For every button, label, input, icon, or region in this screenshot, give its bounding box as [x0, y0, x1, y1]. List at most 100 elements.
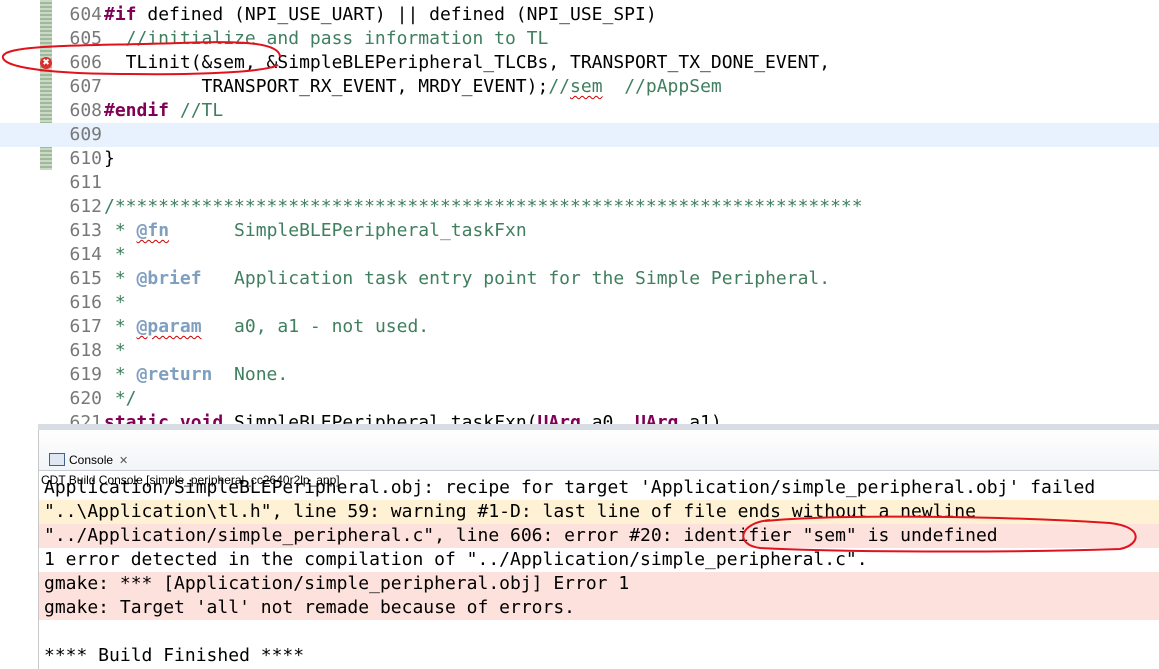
- code-line-619[interactable]: 619 * @return None.: [0, 363, 1159, 387]
- line-number: 619: [69, 364, 102, 385]
- line-number: 618: [69, 340, 102, 361]
- console-icon: [49, 453, 65, 467]
- code-token: *: [104, 220, 137, 241]
- code-text: TRANSPORT_RX_EVENT, MRDY_EVENT);//sem //…: [104, 75, 722, 99]
- code-token: *: [104, 244, 126, 265]
- code-line-608[interactable]: 608 #endif //TL: [0, 99, 1159, 123]
- code-editor[interactable]: 604 #if defined (NPI_USE_UART) || defined…: [0, 0, 1159, 424]
- code-token: defined (NPI_USE_UART) || defined (NPI_U…: [136, 4, 657, 25]
- line-number: 604: [69, 4, 102, 25]
- code-token: TLinit(&sem, &SimpleBLEPeripheral_TLCBs,…: [104, 52, 831, 73]
- code-token: a0,: [580, 412, 636, 424]
- code-token: }: [104, 148, 115, 169]
- line-number: 616: [69, 292, 102, 313]
- code-text: * @param a0, a1 - not used.: [104, 315, 429, 339]
- line-number: 614: [69, 244, 102, 265]
- code-text: #if defined (NPI_USE_UART) || defined (N…: [104, 3, 657, 27]
- line-number: 606: [69, 52, 102, 73]
- code-token: //initialize and pass information to TL: [104, 28, 549, 49]
- code-token: static void: [104, 412, 224, 424]
- code-token: #if: [104, 4, 137, 25]
- code-token: @fn: [136, 220, 170, 241]
- code-text: * @brief Application task entry point fo…: [104, 267, 830, 291]
- code-line-613[interactable]: 613 * @fn SimpleBLEPeripheral_taskFxn: [0, 219, 1159, 243]
- console-line: 1 error detected in the compilation of "…: [44, 549, 868, 570]
- code-token: //: [548, 76, 571, 97]
- code-token: /***************************************…: [104, 196, 863, 217]
- console-line: gmake: *** [Application/simple_periphera…: [39, 572, 1159, 596]
- line-number: 612: [69, 196, 102, 217]
- code-line-616[interactable]: 616 *: [0, 291, 1159, 315]
- code-token: TRANSPORT_RX_EVENT, MRDY_EVENT);: [104, 76, 549, 97]
- console-view[interactable]: Console ✕ CDT Build Console [simple_perip…: [38, 430, 1159, 669]
- code-text: *: [104, 243, 126, 267]
- code-line-609[interactable]: 609: [0, 123, 1159, 147]
- code-line-614[interactable]: 614 *: [0, 243, 1159, 267]
- console-line: Application/SimpleBLEPeripheral.obj: rec…: [44, 477, 1096, 498]
- line-number: 609: [69, 124, 102, 145]
- code-line-606[interactable]: 606 TLinit(&sem, &SimpleBLEPeripheral_TL…: [0, 51, 1159, 75]
- line-number: 615: [69, 268, 102, 289]
- code-token: //TL: [169, 100, 224, 121]
- code-token: #endif: [104, 100, 170, 121]
- code-token: SimpleBLEPeripheral_taskFxn(: [223, 412, 538, 424]
- line-number: 607: [69, 76, 102, 97]
- line-number: 610: [69, 148, 102, 169]
- console-line: "..\Application\tl.h", line 59: warning …: [39, 500, 1159, 524]
- code-text: //initialize and pass information to TL: [104, 27, 549, 51]
- code-token: @param: [136, 316, 202, 337]
- code-token: UArg: [537, 412, 581, 424]
- console-line: **** Build Finished ****: [44, 645, 305, 666]
- code-line-605[interactable]: 605 //initialize and pass information to…: [0, 27, 1159, 51]
- code-text: TLinit(&sem, &SimpleBLEPeripheral_TLCBs,…: [104, 51, 830, 75]
- line-number: 605: [69, 28, 102, 49]
- code-token: //pAppSem: [602, 76, 722, 97]
- code-token: sem: [570, 76, 603, 97]
- line-number: 611: [69, 172, 102, 193]
- console-tab-bar: Console ✕: [39, 430, 1159, 471]
- code-line-604[interactable]: 604 #if defined (NPI_USE_UART) || defined…: [0, 3, 1159, 27]
- line-number: 617: [69, 316, 102, 337]
- code-text: #endif //TL: [104, 99, 223, 123]
- console-line: "../Application/simple_peripheral.c", li…: [39, 524, 1159, 548]
- code-line-610[interactable]: 610}: [0, 147, 1159, 171]
- line-number: 608: [69, 100, 102, 121]
- code-line-612[interactable]: 612/************************************…: [0, 195, 1159, 219]
- error-marker-icon[interactable]: ✖: [40, 57, 52, 69]
- code-token: *: [104, 268, 137, 289]
- code-line-618[interactable]: 618 *: [0, 339, 1159, 363]
- code-token: *: [104, 340, 126, 361]
- code-text: *: [104, 339, 126, 363]
- tab-console[interactable]: Console ✕: [43, 450, 134, 470]
- code-token: SimpleBLEPeripheral_taskFxn: [169, 220, 527, 241]
- code-token: @return: [136, 364, 213, 385]
- line-number: 621: [69, 412, 102, 424]
- tab-console-label: Console: [69, 453, 114, 467]
- code-text: * @return None.: [104, 363, 288, 387]
- code-line-620[interactable]: 620 */: [0, 387, 1159, 411]
- code-token: None.: [212, 364, 289, 385]
- code-token: *: [104, 364, 137, 385]
- code-line-615[interactable]: 615 * @brief Application task entry poin…: [0, 267, 1159, 291]
- code-token: UArg: [635, 412, 679, 424]
- code-line-621[interactable]: 621 static void SimpleBLEPeripheral_taskF…: [0, 411, 1159, 424]
- code-text: */: [104, 387, 137, 411]
- code-token: @brief: [136, 268, 202, 289]
- console-line: gmake: Target 'all' not remade because o…: [39, 596, 1159, 620]
- code-line-617[interactable]: 617 * @param a0, a1 - not used.: [0, 315, 1159, 339]
- line-number: 620: [69, 388, 102, 409]
- code-token: */: [104, 388, 137, 409]
- code-text: * @fn SimpleBLEPeripheral_taskFxn: [104, 219, 527, 243]
- code-text: static void SimpleBLEPeripheral_taskFxn(…: [104, 411, 722, 424]
- code-token: Application task entry point for the Sim…: [201, 268, 831, 289]
- code-token: *: [104, 292, 126, 313]
- code-line-607[interactable]: 607 TRANSPORT_RX_EVENT, MRDY_EVENT);//se…: [0, 75, 1159, 99]
- close-icon[interactable]: ✕: [119, 455, 128, 467]
- code-token: a1): [678, 412, 722, 424]
- line-number: 613: [69, 220, 102, 241]
- code-text: /***************************************…: [104, 195, 863, 219]
- code-text: }: [104, 147, 115, 171]
- code-token: a0, a1 - not used.: [201, 316, 430, 337]
- code-line-611[interactable]: 611: [0, 171, 1159, 195]
